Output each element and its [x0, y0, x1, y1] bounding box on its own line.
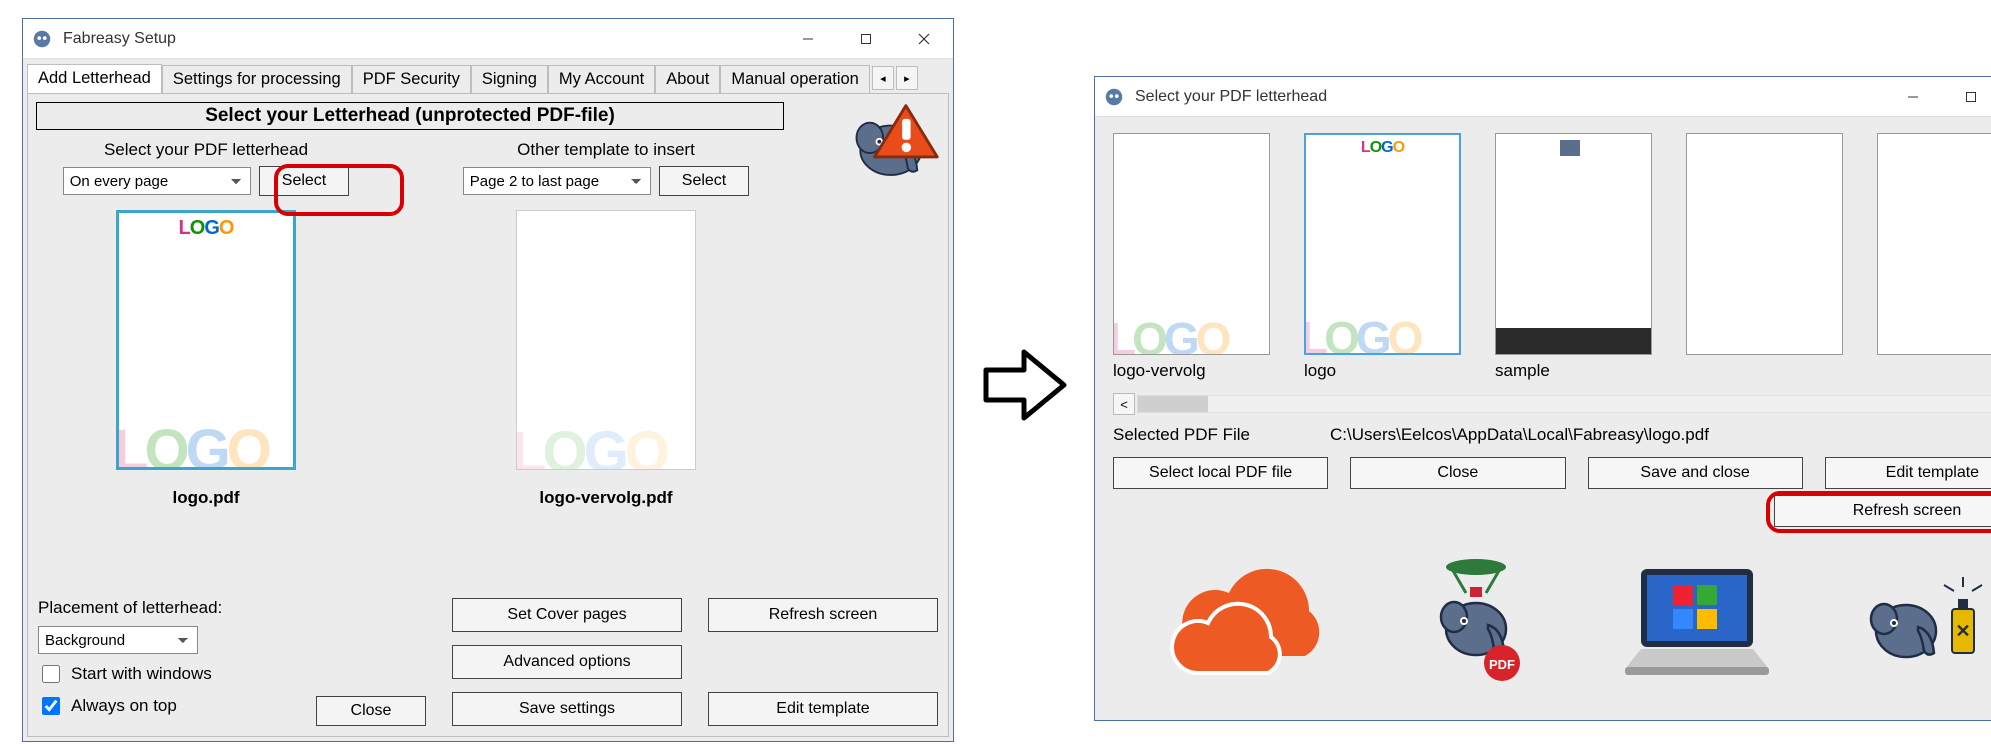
always-on-top-label: Always on top: [71, 696, 177, 716]
other-template-label: Other template to insert: [517, 140, 695, 160]
thumb-logo[interactable]: LOGO LOGO: [1304, 133, 1461, 355]
advanced-options-button[interactable]: Advanced options: [452, 645, 682, 679]
flow-arrow-icon: [980, 340, 1070, 430]
elephant-clean-icon[interactable]: ✕: [1858, 561, 1988, 686]
letterhead-page-select[interactable]: On every page: [63, 167, 251, 195]
save-and-close-button[interactable]: Save and close: [1588, 457, 1803, 489]
minimize-button[interactable]: [1884, 77, 1942, 116]
thumb-label: logo: [1304, 361, 1336, 381]
elephant-warning-icon: [847, 98, 942, 183]
letterhead-select-button[interactable]: Select: [259, 166, 349, 196]
titlebar: Fabreasy Setup: [23, 19, 953, 59]
app-icon: [1103, 86, 1125, 108]
selected-file-path: C:\Users\Eelcos\AppData\Local\Fabreasy\l…: [1330, 425, 1709, 445]
tab-my-account[interactable]: My Account: [548, 65, 655, 94]
tab-body: Select your Letterhead (unprotected PDF-…: [27, 93, 949, 737]
thumb-empty-2[interactable]: [1877, 133, 1991, 355]
elephant-pdf-icon[interactable]: PDF: [1416, 551, 1536, 696]
tab-manual-operation[interactable]: Manual operation: [720, 65, 870, 94]
set-cover-pages-button[interactable]: Set Cover pages: [452, 598, 682, 632]
refresh-screen-button[interactable]: Refresh screen: [1774, 495, 1991, 527]
refresh-screen-button[interactable]: Refresh screen: [708, 598, 938, 632]
selected-file-label: Selected PDF File: [1113, 425, 1250, 445]
close-button-main[interactable]: Close: [316, 696, 426, 726]
scroll-thumb[interactable]: [1138, 396, 1208, 412]
cloud-icon[interactable]: [1165, 561, 1335, 686]
heading: Select your Letterhead (unprotected PDF-…: [36, 102, 784, 130]
select-local-pdf-button[interactable]: Select local PDF file: [1113, 457, 1328, 489]
other-template-column: Other template to insert Page 2 to last …: [436, 136, 776, 508]
thumb-label: sample: [1495, 361, 1550, 381]
placement-label: Placement of letterhead:: [38, 598, 290, 618]
tab-about[interactable]: About: [655, 65, 720, 94]
other-template-select-button[interactable]: Select: [659, 166, 749, 196]
letterhead-preview[interactable]: LOGO LOGO: [116, 210, 296, 470]
letterhead-column: Select your PDF letterhead On every page…: [36, 136, 376, 508]
thumb-label: logo-vervolg: [1113, 361, 1206, 381]
fabreasy-setup-window: Fabreasy Setup Add Letterhead Settings f…: [22, 18, 954, 742]
svg-text:✕: ✕: [1955, 621, 1970, 641]
start-with-windows-label: Start with windows: [71, 664, 212, 684]
window-title: Select your PDF letterhead: [1135, 88, 1327, 106]
always-on-top-checkbox[interactable]: Always on top: [38, 694, 290, 718]
maximize-button[interactable]: [1942, 77, 1991, 116]
svg-text:PDF: PDF: [1489, 657, 1515, 672]
laptop-icon[interactable]: [1617, 561, 1777, 686]
close-button[interactable]: [895, 19, 953, 58]
gallery-scrollbar[interactable]: < >: [1113, 391, 1991, 417]
tab-scroll-left[interactable]: ◂: [872, 66, 894, 90]
tabstrip: Add Letterhead Settings for processing P…: [23, 59, 953, 93]
window-title: Fabreasy Setup: [63, 30, 176, 48]
minimize-button[interactable]: [779, 19, 837, 58]
letterhead-label: Select your PDF letterhead: [104, 140, 308, 160]
tab-add-letterhead[interactable]: Add Letterhead: [27, 64, 162, 94]
tab-pdf-security[interactable]: PDF Security: [352, 65, 471, 94]
template-gallery: LOGO logo-vervolg LOGO LOGO logo sample: [1095, 117, 1991, 385]
cloud-apps-row: PDF: [1095, 527, 1991, 706]
maximize-button[interactable]: [837, 19, 895, 58]
edit-template-button[interactable]: Edit template: [1825, 457, 1991, 489]
letterhead-filename: logo.pdf: [172, 488, 239, 508]
scroll-track[interactable]: [1137, 395, 1991, 413]
thumb-logo-vervolg[interactable]: LOGO: [1113, 133, 1270, 355]
close-button-dlg[interactable]: Close: [1350, 457, 1565, 489]
tab-settings-processing[interactable]: Settings for processing: [162, 65, 352, 94]
edit-template-button[interactable]: Edit template: [708, 692, 938, 726]
titlebar: Select your PDF letterhead: [1095, 77, 1991, 117]
thumb-empty-1[interactable]: [1686, 133, 1843, 355]
other-template-page-select[interactable]: Page 2 to last page: [463, 167, 651, 195]
start-with-windows-checkbox[interactable]: Start with windows: [38, 662, 290, 686]
tab-scroll-right[interactable]: ▸: [896, 66, 918, 90]
app-icon: [31, 28, 53, 50]
tab-signing[interactable]: Signing: [471, 65, 548, 94]
placement-select[interactable]: Background: [38, 626, 198, 654]
scroll-left-button[interactable]: <: [1113, 393, 1135, 415]
thumb-sample[interactable]: [1495, 133, 1652, 355]
other-template-filename: logo-vervolg.pdf: [539, 488, 672, 508]
other-template-preview[interactable]: LOGO: [516, 210, 696, 470]
save-settings-button[interactable]: Save settings: [452, 692, 682, 726]
select-letterhead-window: Select your PDF letterhead LOGO logo-ver…: [1094, 76, 1991, 721]
